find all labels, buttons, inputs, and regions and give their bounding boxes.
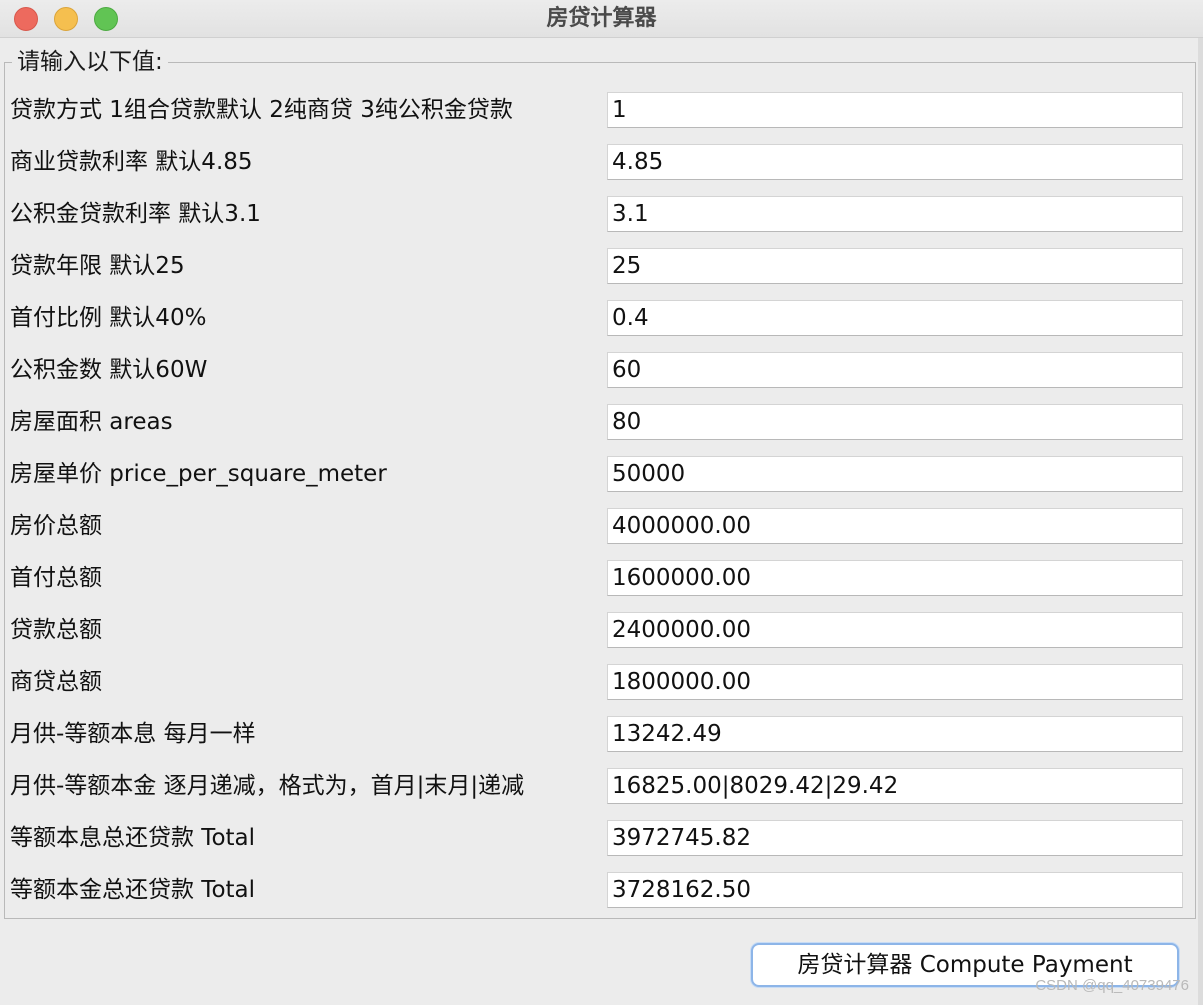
field-label: 房价总额: [10, 513, 102, 539]
window-title: 房贷计算器: [546, 6, 657, 31]
form-row: 公积金贷款利率 默认3.1: [10, 196, 1184, 232]
field-label: 贷款总额: [10, 617, 102, 643]
field-label: 等额本息总还贷款 Total: [10, 825, 256, 851]
field-input[interactable]: [607, 872, 1183, 908]
window-edge: [1198, 38, 1203, 1005]
field-label: 房屋单价 price_per_square_meter: [10, 461, 387, 487]
field-label: 公积金贷款利率 默认3.1: [10, 201, 261, 227]
field-input[interactable]: [607, 92, 1183, 128]
watermark: CSDN @qq_40739476: [1035, 977, 1189, 994]
form-row: 商贷总额: [10, 664, 1184, 700]
field-input[interactable]: [607, 612, 1183, 648]
field-input[interactable]: [607, 768, 1183, 804]
field-input[interactable]: [607, 820, 1183, 856]
field-label: 首付总额: [10, 565, 102, 591]
field-input[interactable]: [607, 300, 1183, 336]
form-row: 等额本金总还贷款 Total: [10, 872, 1184, 908]
field-label: 公积金数 默认60W: [10, 357, 208, 383]
field-input[interactable]: [607, 508, 1183, 544]
form-row: 月供-等额本金 逐月递减，格式为，首月|末月|递减: [10, 768, 1184, 804]
field-input[interactable]: [607, 716, 1183, 752]
field-label: 月供-等额本息 每月一样: [10, 721, 256, 747]
app-window: 房贷计算器 请输入以下值: 贷款方式 1组合贷款默认 2纯商贷 3纯公积金贷款商…: [0, 0, 1203, 1005]
field-input[interactable]: [607, 404, 1183, 440]
form-row: 贷款总额: [10, 612, 1184, 648]
form-row: 贷款年限 默认25: [10, 248, 1184, 284]
form-row: 首付总额: [10, 560, 1184, 596]
form-row: 房价总额: [10, 508, 1184, 544]
group-legend: 请输入以下值:: [12, 46, 168, 78]
form-row: 房屋面积 areas: [10, 404, 1184, 440]
field-label: 商贷总额: [10, 669, 102, 695]
field-label: 商业贷款利率 默认4.85: [10, 149, 253, 175]
form-row: 商业贷款利率 默认4.85: [10, 144, 1184, 180]
field-label: 房屋面积 areas: [10, 409, 173, 435]
field-input[interactable]: [607, 144, 1183, 180]
field-input[interactable]: [607, 196, 1183, 232]
field-label: 贷款年限 默认25: [10, 253, 185, 279]
field-input[interactable]: [607, 456, 1183, 492]
form-row: 房屋单价 price_per_square_meter: [10, 456, 1184, 492]
field-label: 月供-等额本金 逐月递减，格式为，首月|末月|递减: [10, 773, 525, 799]
field-input[interactable]: [607, 664, 1183, 700]
field-label: 等额本金总还贷款 Total: [10, 877, 256, 903]
form-row: 月供-等额本息 每月一样: [10, 716, 1184, 752]
field-label: 贷款方式 1组合贷款默认 2纯商贷 3纯公积金贷款: [10, 97, 513, 123]
field-label: 首付比例 默认40%: [10, 305, 207, 331]
form-row: 首付比例 默认40%: [10, 300, 1184, 336]
field-input[interactable]: [607, 248, 1183, 284]
form-row: 公积金数 默认60W: [10, 352, 1184, 388]
title-bar: 房贷计算器: [0, 0, 1203, 38]
form-row: 贷款方式 1组合贷款默认 2纯商贷 3纯公积金贷款: [10, 92, 1184, 128]
field-input[interactable]: [607, 352, 1183, 388]
form-row: 等额本息总还贷款 Total: [10, 820, 1184, 856]
field-input[interactable]: [607, 560, 1183, 596]
